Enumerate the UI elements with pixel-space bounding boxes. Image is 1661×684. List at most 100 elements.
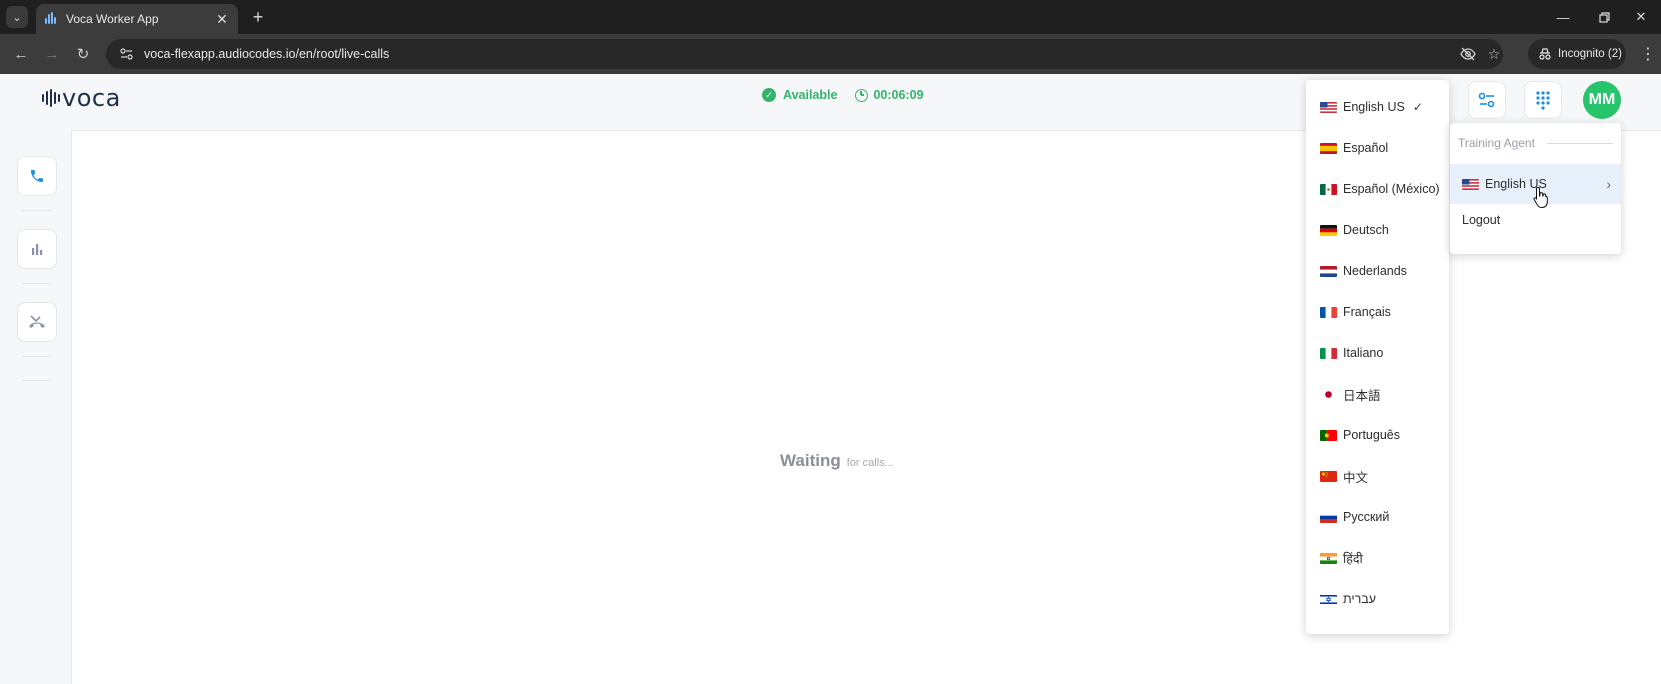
settings-button[interactable]: [1468, 81, 1506, 119]
hand-cursor-icon: [1533, 186, 1548, 208]
language-option-francais[interactable]: Français: [1306, 296, 1449, 328]
restore-button[interactable]: [1584, 0, 1624, 34]
language-option-english-us[interactable]: English US ✓: [1306, 91, 1449, 123]
language-option-nederlands[interactable]: Nederlands: [1306, 255, 1449, 287]
language-label: Deutsch: [1343, 223, 1389, 237]
profile-role-header: Training Agent: [1458, 133, 1613, 153]
clock-icon: [855, 88, 869, 102]
user-avatar[interactable]: MM: [1583, 81, 1621, 119]
logo-text: voca: [62, 84, 121, 112]
language-option-chinese[interactable]: 中文: [1306, 460, 1449, 492]
language-option-espanol[interactable]: Español: [1306, 132, 1449, 164]
language-label: Português: [1343, 428, 1400, 442]
incognito-button[interactable]: Incognito (2): [1528, 39, 1626, 69]
address-bar[interactable]: voca-flexapp.audiocodes.io/en/root/live-…: [106, 39, 1503, 69]
language-label: Español (México): [1343, 182, 1440, 196]
language-label: 中文: [1343, 470, 1369, 485]
restore-icon: [1598, 11, 1610, 23]
sidebar-stats-button[interactable]: [17, 229, 57, 269]
plus-icon: +: [252, 6, 264, 27]
voca-logo: voca: [42, 84, 121, 112]
language-menu: English US ✓ Español Español (México) De…: [1306, 80, 1449, 634]
incognito-label: Incognito (2): [1558, 48, 1622, 60]
nl-flag-icon: [1320, 265, 1337, 277]
it-flag-icon: [1320, 347, 1337, 359]
language-label: हिंदी: [1343, 551, 1363, 566]
timer-value: 00:06:09: [873, 88, 924, 102]
language-label: English US: [1343, 100, 1405, 114]
profile-role: Training Agent: [1458, 136, 1535, 150]
reload-icon: ↻: [76, 46, 90, 63]
minimize-button[interactable]: —: [1543, 0, 1583, 34]
close-icon: ✕: [1635, 9, 1647, 24]
checkmark-icon: ✓: [1412, 100, 1423, 114]
language-option-portugues[interactable]: Português: [1306, 419, 1449, 451]
sidebar-divider: [22, 356, 52, 357]
phone-icon: [31, 170, 43, 182]
language-option-japanese[interactable]: 日本語: [1306, 378, 1449, 410]
language-option-hebrew[interactable]: עברית: [1306, 583, 1449, 615]
language-option-russian[interactable]: Русский: [1306, 501, 1449, 533]
more-vertical-icon: ⋮: [1640, 46, 1656, 63]
sidebar-live-calls-button[interactable]: [17, 156, 57, 196]
arrow-right-icon: →: [44, 45, 60, 63]
bar-chart-icon: [32, 244, 43, 255]
voca-favicon-icon: [44, 12, 58, 26]
incognito-icon: [1539, 48, 1551, 60]
status-timer: 00:06:09: [855, 88, 923, 102]
language-label: Italiano: [1343, 346, 1384, 360]
site-info-icon[interactable]: [118, 46, 134, 62]
waiting-subtitle: for calls...: [846, 457, 894, 469]
tab-title: Voca Worker App: [66, 12, 159, 26]
language-label: עברית: [1343, 592, 1377, 606]
status-label: Available: [783, 88, 838, 102]
pt-flag-icon: [1320, 429, 1337, 441]
browser-tab-active[interactable]: Voca Worker App ✕: [36, 4, 238, 34]
language-option-espanol-mexico[interactable]: Español (México): [1306, 173, 1449, 205]
language-option-hindi[interactable]: हिंदी: [1306, 542, 1449, 574]
check-circle-icon: ✓: [762, 88, 776, 102]
language-label: Français: [1343, 305, 1391, 319]
us-flag-icon: [1320, 101, 1337, 113]
browser-tab-bar: ⌄ Voca Worker App ✕ + — ✕: [0, 0, 1661, 34]
dialpad-button[interactable]: [1524, 81, 1562, 119]
new-tab-button[interactable]: +: [246, 5, 270, 29]
language-label: 日本語: [1343, 388, 1381, 403]
in-flag-icon: [1320, 552, 1337, 564]
dialpad-icon: [1536, 91, 1550, 110]
logout-menu-item[interactable]: Logout: [1462, 213, 1500, 227]
missed-call-icon: [29, 315, 45, 328]
minimize-icon: —: [1556, 9, 1570, 25]
bookmark-star-icon[interactable]: ☆: [1486, 46, 1502, 62]
waiting-message: Waiting for calls...: [780, 451, 894, 471]
url-text: voca-flexapp.audiocodes.io/en/root/live-…: [144, 47, 390, 61]
language-option-italiano[interactable]: Italiano: [1306, 337, 1449, 369]
language-option-deutsch[interactable]: Deutsch: [1306, 214, 1449, 246]
language-label: Русский: [1343, 510, 1390, 524]
header-divider: [1546, 142, 1613, 144]
browser-menu-button[interactable]: ⋮: [1638, 42, 1658, 66]
agent-status[interactable]: ✓ Available 00:06:09: [762, 88, 923, 102]
tab-search-button[interactable]: ⌄: [6, 6, 28, 28]
forward-button[interactable]: →: [40, 42, 64, 66]
sidebar-divider: [22, 380, 52, 381]
us-flag-icon: [1462, 178, 1479, 190]
jp-flag-icon: [1320, 388, 1337, 400]
chevron-down-icon: ⌄: [12, 11, 22, 24]
eye-off-icon[interactable]: [1460, 46, 1476, 62]
reload-button[interactable]: ↻: [71, 42, 95, 66]
sidebar: [0, 130, 72, 684]
tab-close-icon[interactable]: ✕: [214, 11, 230, 27]
sidebar-divider: [22, 210, 52, 211]
close-window-button[interactable]: ✕: [1621, 0, 1661, 34]
il-flag-icon: [1320, 593, 1337, 605]
voca-logo-icon: [42, 89, 60, 107]
language-label: Español: [1343, 141, 1389, 155]
arrow-left-icon: ←: [13, 45, 29, 63]
back-button[interactable]: ←: [9, 42, 33, 66]
chevron-right-icon: ›: [1606, 176, 1611, 192]
mx-flag-icon: [1320, 183, 1337, 195]
waiting-title: Waiting: [780, 451, 841, 470]
sidebar-divider: [22, 283, 52, 284]
sidebar-missed-calls-button[interactable]: [17, 302, 57, 342]
